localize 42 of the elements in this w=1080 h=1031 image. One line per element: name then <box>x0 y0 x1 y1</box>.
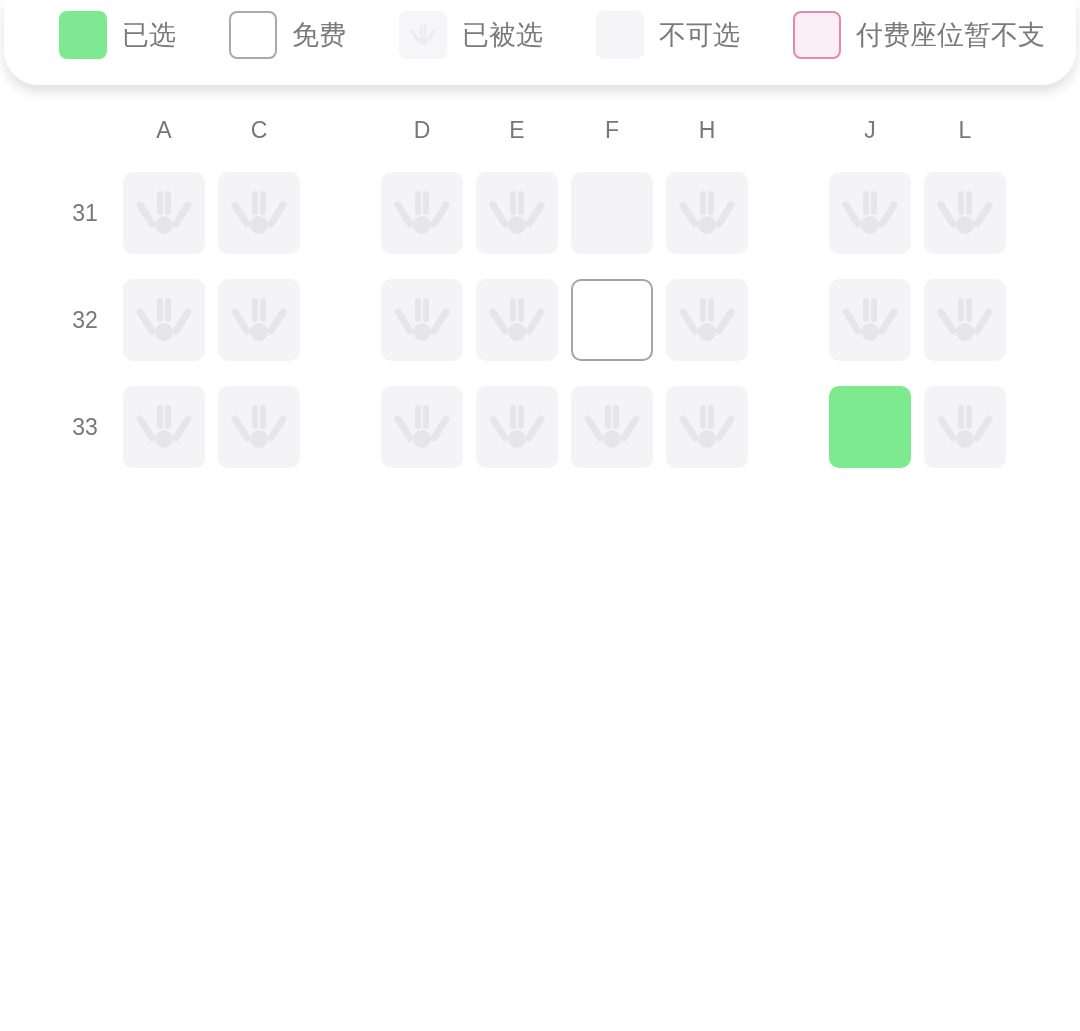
row-number: 32 <box>71 306 99 334</box>
legend-label: 不可选 <box>659 19 740 52</box>
seat[interactable] <box>218 279 300 361</box>
seat[interactable] <box>571 279 653 361</box>
seat[interactable] <box>666 279 748 361</box>
seat[interactable] <box>571 386 653 468</box>
row-number: 31 <box>71 199 99 227</box>
seat[interactable] <box>218 172 300 254</box>
seat[interactable] <box>666 172 748 254</box>
swatch-icon <box>59 11 107 59</box>
column-label: L <box>957 116 973 144</box>
row-number: 33 <box>71 413 99 441</box>
seat[interactable] <box>476 279 558 361</box>
seat[interactable] <box>829 172 911 254</box>
seat[interactable] <box>924 172 1006 254</box>
seat[interactable] <box>123 279 205 361</box>
column-label: C <box>249 116 269 144</box>
seat[interactable] <box>381 279 463 361</box>
swatch-icon <box>793 11 841 59</box>
seat[interactable] <box>381 386 463 468</box>
column-label: F <box>603 116 621 144</box>
seat[interactable] <box>476 172 558 254</box>
seat[interactable] <box>829 279 911 361</box>
column-label: H <box>697 116 717 144</box>
column-label: A <box>155 116 173 144</box>
seat[interactable] <box>924 279 1006 361</box>
seat[interactable] <box>381 172 463 254</box>
legend-label: 已选 <box>122 19 176 52</box>
legend-label: 免费 <box>292 19 346 52</box>
seat[interactable] <box>218 386 300 468</box>
legend-label: 付费座位暂不支 <box>856 19 1045 52</box>
seat[interactable] <box>123 386 205 468</box>
column-label: E <box>508 116 526 144</box>
seat[interactable] <box>829 386 911 468</box>
seat[interactable] <box>924 386 1006 468</box>
seat[interactable] <box>123 172 205 254</box>
seat[interactable] <box>476 386 558 468</box>
column-label: J <box>863 116 877 144</box>
column-label: D <box>412 116 432 144</box>
seat[interactable] <box>666 386 748 468</box>
legend-label: 已被选 <box>462 19 543 52</box>
swatch-icon <box>229 11 277 59</box>
